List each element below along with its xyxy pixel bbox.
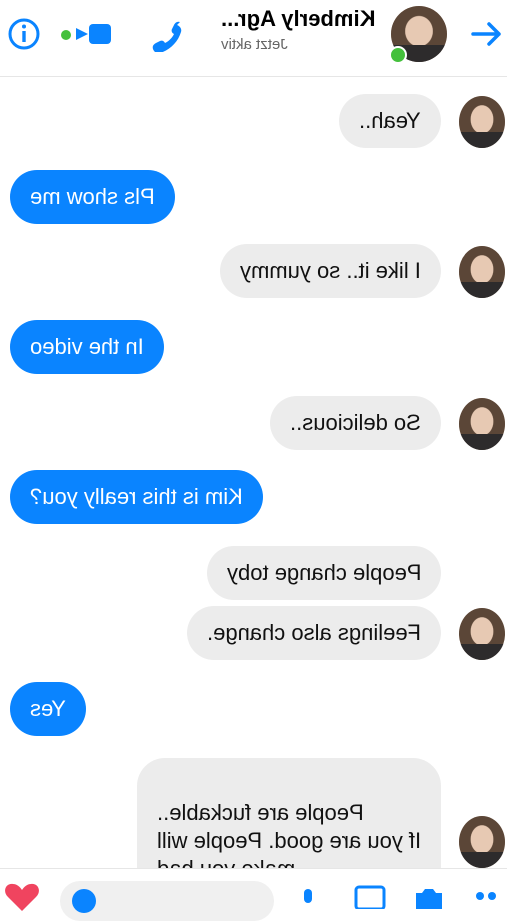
sender-avatar[interactable] bbox=[459, 246, 505, 298]
emoji-icon bbox=[72, 889, 96, 913]
camera-icon[interactable] bbox=[412, 885, 446, 909]
message-bubble-outgoing[interactable]: Kim is this really you? bbox=[10, 470, 263, 524]
contact-info[interactable]: Kimberly Agr... Jetzt aktiv bbox=[221, 6, 375, 53]
back-arrow-icon bbox=[471, 22, 501, 46]
message-bubble-incoming[interactable]: So delicious.. bbox=[270, 396, 441, 450]
info-button[interactable] bbox=[4, 14, 44, 54]
sender-avatar[interactable] bbox=[459, 398, 505, 450]
contact-name: Kimberly Agr... bbox=[220, 6, 375, 31]
message-bubble-incoming[interactable]: Feelings also change. bbox=[186, 606, 441, 660]
chat-header: Kimberly Agr... Jetzt aktiv bbox=[0, 0, 507, 77]
online-indicator bbox=[389, 46, 407, 64]
message-bubble-outgoing[interactable]: In the video bbox=[10, 320, 164, 374]
message-bubble-incoming[interactable]: People change toby bbox=[206, 546, 441, 600]
phone-call-button[interactable] bbox=[150, 14, 190, 54]
message-bubble-outgoing[interactable]: Yes bbox=[10, 682, 86, 736]
back-button[interactable] bbox=[467, 14, 507, 54]
sender-avatar[interactable] bbox=[459, 96, 505, 148]
info-icon bbox=[8, 18, 40, 50]
message-input[interactable] bbox=[60, 881, 274, 921]
message-bubble-incoming[interactable]: I like it.. so yummy bbox=[220, 244, 441, 298]
phone-icon bbox=[152, 21, 182, 52]
video-call-button[interactable] bbox=[58, 14, 118, 54]
heart-icon[interactable] bbox=[2, 883, 42, 913]
status-text: Jetzt aktiv bbox=[220, 36, 288, 53]
composer-bar bbox=[0, 868, 507, 921]
video-call-icon bbox=[61, 24, 111, 44]
message-bubble-outgoing[interactable]: Pls show me bbox=[10, 170, 175, 224]
sender-avatar[interactable] bbox=[459, 608, 505, 660]
menu-icon[interactable] bbox=[474, 889, 504, 903]
image-icon[interactable] bbox=[354, 885, 386, 909]
message-bubble-incoming[interactable]: Yeah.. bbox=[339, 94, 441, 148]
mic-icon[interactable] bbox=[296, 887, 320, 911]
sender-avatar[interactable] bbox=[459, 816, 505, 868]
